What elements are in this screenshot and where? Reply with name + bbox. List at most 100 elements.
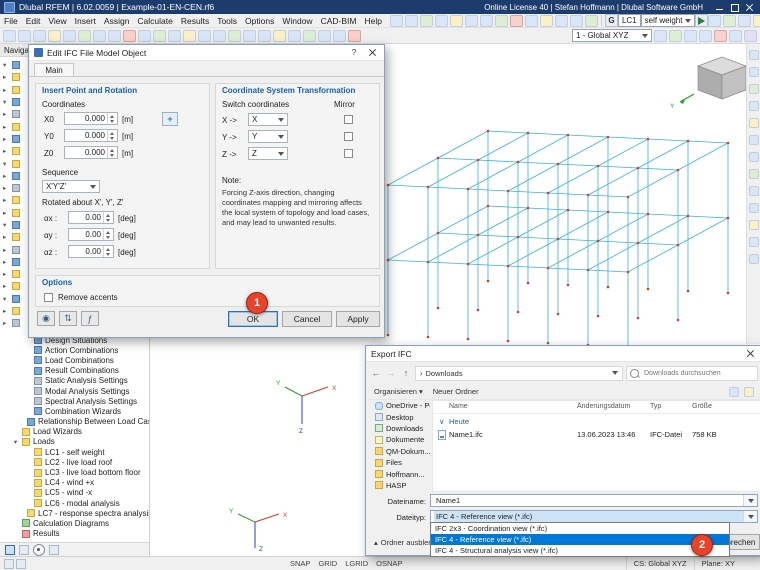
status-toggle[interactable]: LGRID — [341, 559, 372, 568]
file-list[interactable]: Name Änderungsdatum Typ Größe ∨ Heute Na… — [432, 400, 760, 492]
tree-row-partial[interactable]: ▸ — [0, 243, 27, 255]
toolbar-icon[interactable] — [48, 30, 61, 42]
apply-button[interactable]: Apply — [336, 311, 380, 327]
tree-expander[interactable]: ▸ — [3, 233, 10, 241]
tree-expander[interactable]: ▸ — [3, 307, 10, 315]
tree-row-partial[interactable]: ▸ — [0, 305, 27, 317]
toolbar-icon[interactable] — [570, 15, 583, 27]
eye-icon[interactable] — [33, 544, 45, 556]
status-select-icon[interactable] — [16, 559, 26, 569]
toolbar-icon[interactable] — [348, 30, 361, 42]
x-map-combo[interactable]: X — [248, 113, 288, 126]
tree-row-partial[interactable]: ▸ — [0, 170, 27, 182]
toolbar-icon[interactable] — [749, 254, 759, 264]
tree-expander[interactable]: ▸ — [3, 270, 10, 278]
tree-expander[interactable]: ▸ — [3, 246, 10, 254]
tree-expander[interactable]: ▸ — [3, 196, 10, 204]
dialog-title-bar[interactable]: Export IFC — [366, 346, 760, 362]
toolbar-icon[interactable] — [749, 101, 759, 111]
toolbar-icon[interactable] — [33, 30, 46, 42]
sidebar-place[interactable]: Downloads — [366, 423, 430, 434]
navigator-tab-display[interactable] — [19, 545, 29, 555]
close-icon[interactable] — [365, 47, 379, 59]
tree-row-partial[interactable]: ▸ — [0, 231, 27, 243]
menu-item[interactable]: Help — [360, 16, 385, 26]
toolbar-icon[interactable] — [228, 30, 241, 42]
help-icon[interactable]: ? — [347, 47, 361, 59]
toolbar-icon[interactable] — [63, 30, 76, 42]
toolbar-icon[interactable] — [749, 84, 759, 94]
column-size[interactable]: Größe — [692, 403, 712, 410]
column-name[interactable]: Name — [449, 403, 468, 410]
status-grid-icon[interactable] — [4, 559, 14, 569]
spinner[interactable] — [103, 229, 113, 240]
toolbar-icon[interactable] — [390, 15, 403, 27]
new-folder-button[interactable]: Neuer Ordner — [433, 387, 479, 396]
tree-item[interactable]: Results — [0, 529, 149, 539]
minimize-icon[interactable] — [713, 2, 726, 13]
breadcrumb-folder[interactable]: Downloads — [426, 369, 463, 378]
tree-expander[interactable]: ▸ — [3, 209, 10, 217]
menu-item[interactable]: View — [44, 16, 70, 26]
toolbar-icon[interactable] — [138, 30, 151, 42]
spinner[interactable] — [103, 212, 113, 223]
tree-item[interactable]: LC4 - wind +x — [0, 478, 149, 488]
y0-input[interactable]: 0.000 — [64, 129, 118, 142]
toolbar-icon[interactable] — [723, 15, 736, 27]
toolbar-icon[interactable] — [405, 15, 418, 27]
toolbar-icon[interactable] — [749, 203, 759, 213]
tree-row-partial[interactable]: ▸ — [0, 317, 27, 329]
tree-row-partial[interactable]: ▸ — [0, 108, 27, 120]
generated-loads-button[interactable]: G — [605, 14, 618, 27]
alpha-z-input[interactable]: 0.00 — [68, 245, 114, 258]
toolbar-icon[interactable] — [684, 30, 697, 42]
spinner[interactable] — [103, 246, 113, 257]
toolbar-icon[interactable] — [450, 15, 463, 27]
toolbar-icon[interactable] — [585, 15, 598, 27]
toolbar-icon[interactable] — [749, 135, 759, 145]
z-map-combo[interactable]: Z — [248, 147, 288, 160]
tree-item[interactable]: Relationship Between Load Cases — [0, 417, 149, 427]
cancel-button[interactable]: Cancel — [282, 311, 332, 327]
tree-expander[interactable]: ▸ — [3, 147, 10, 155]
tree-row-partial[interactable]: ▸ — [0, 194, 27, 206]
remove-accents-checkbox[interactable] — [44, 293, 53, 302]
toolbar-icon[interactable] — [714, 30, 727, 42]
menu-item[interactable]: Tools — [213, 16, 241, 26]
toolbar-icon[interactable] — [749, 152, 759, 162]
menu-item[interactable]: Insert — [71, 16, 100, 26]
sidebar-place[interactable]: QM-Dokum... — [366, 446, 430, 457]
tree-expander[interactable]: ▾ — [3, 221, 10, 229]
toolbar-icon[interactable] — [480, 15, 493, 27]
menu-item[interactable]: Edit — [22, 16, 45, 26]
tree-item[interactable]: Modal Analysis Settings — [0, 386, 149, 396]
navigator-tab-views[interactable] — [49, 545, 59, 555]
toolbar-icon[interactable] — [555, 15, 568, 27]
mirror-y-checkbox[interactable] — [344, 132, 353, 141]
tab-main[interactable]: Main — [34, 63, 74, 77]
toolbar-icon[interactable] — [749, 169, 759, 179]
filename-combo[interactable]: Name1 — [430, 494, 758, 507]
alpha-y-input[interactable]: 0.00 — [68, 228, 114, 241]
tree-item[interactable]: Static Analysis Settings — [0, 376, 149, 386]
toolbar-icon[interactable] — [749, 220, 759, 230]
tree-item[interactable]: Load Combinations — [0, 355, 149, 365]
column-date[interactable]: Änderungsdatum — [577, 403, 630, 410]
tree-row-partial[interactable]: ▾ — [0, 293, 27, 305]
sequence-combo[interactable]: X'Y'Z' — [42, 180, 100, 193]
tree-row-partial[interactable]: ▸ — [0, 84, 27, 96]
toolbar-icon[interactable] — [699, 30, 712, 42]
load-case-id[interactable]: LC1 — [618, 14, 641, 27]
sidebar-place[interactable]: Dokumente — [366, 434, 430, 445]
tree-item[interactable]: Spectral Analysis Settings — [0, 396, 149, 406]
filetype-option[interactable]: IFC 4 - Reference view (*.ifc) — [431, 534, 729, 545]
toolbar-icon[interactable] — [78, 30, 91, 42]
sidebar-place[interactable]: Files — [366, 457, 430, 468]
close-icon[interactable] — [743, 2, 756, 13]
tree-expander[interactable]: ▸ — [3, 319, 10, 327]
toolbar-icon[interactable] — [3, 30, 16, 42]
forward-icon[interactable]: → — [385, 368, 397, 378]
toolbar-icon[interactable] — [510, 15, 523, 27]
alpha-x-input[interactable]: 0.00 — [68, 211, 114, 224]
toolbar-icon[interactable] — [318, 30, 331, 42]
